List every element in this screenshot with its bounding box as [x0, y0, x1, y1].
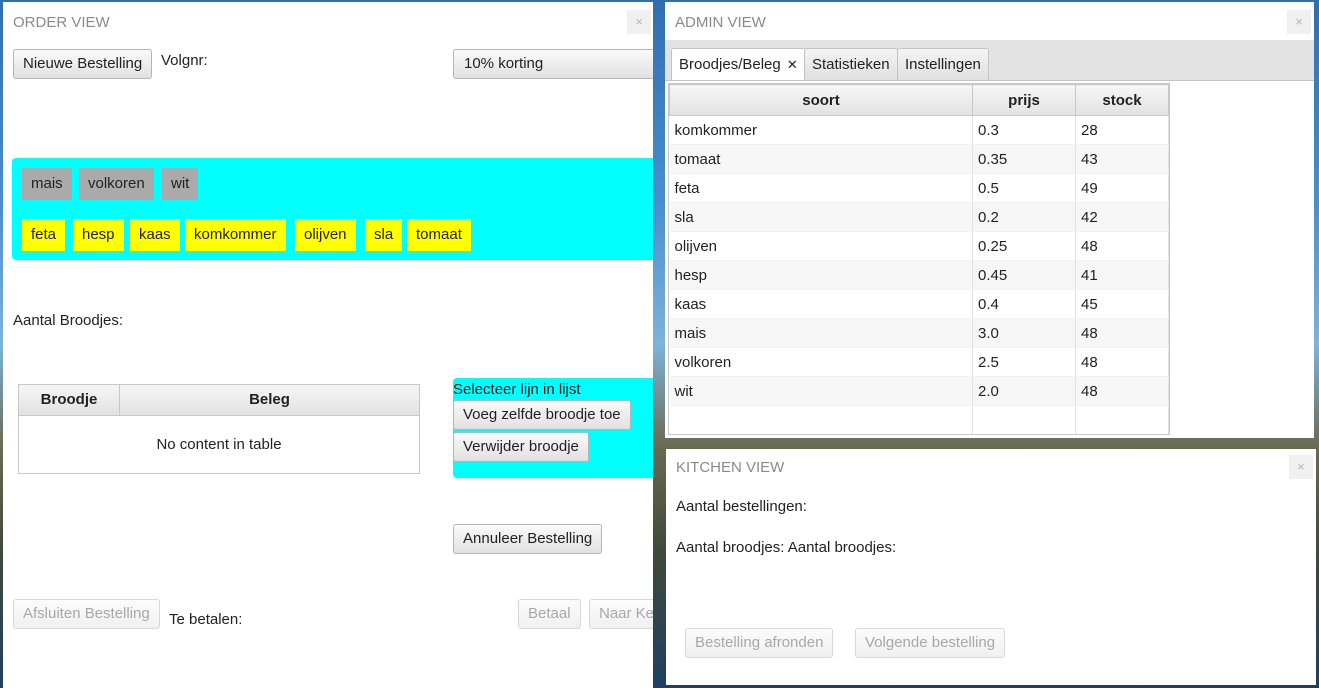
order-view-title: ORDER VIEW	[13, 14, 110, 31]
to-pay-label: Te betalen:	[169, 611, 243, 628]
cell-prijs: 0.4	[972, 289, 1076, 319]
aantal-broodjes-label: Aantal Broodjes:	[13, 312, 124, 329]
cell-prijs: 0.3	[972, 115, 1076, 145]
add-same-sandwich-button[interactable]: Voeg zelfde broodje toe	[453, 400, 631, 430]
kitchen-view-title: KITCHEN VIEW	[676, 459, 785, 476]
column-header-soort[interactable]: soort	[669, 84, 973, 116]
tab-instellingen[interactable]: Instellingen	[897, 48, 989, 80]
cell-prijs: 0.35	[972, 144, 1076, 174]
finish-order-button[interactable]: Bestelling afronden	[685, 628, 834, 658]
order-view-close-button[interactable]: ×	[627, 10, 651, 34]
table-row[interactable]: olijven 0.25 48	[669, 231, 1169, 261]
product-table: soort prijs stock komkommer 0.3 28 tomaat 0.…	[668, 83, 1170, 435]
cell-stock: 28	[1075, 115, 1169, 145]
cell-stock: 48	[1075, 376, 1169, 406]
to-kitchen-button[interactable]: Naar Ke	[589, 599, 653, 629]
pay-button[interactable]: Betaal	[518, 599, 581, 629]
close-order-button[interactable]: Afsluiten Bestelling	[13, 599, 160, 629]
cell-soort: tomaat	[669, 144, 973, 174]
bread-chip-wit[interactable]: wit	[162, 168, 199, 200]
topping-chip-kaas[interactable]: kaas	[130, 219, 180, 251]
table-row[interactable]: komkommer 0.3 28	[669, 115, 1169, 145]
empty-table-placeholder: No content in table	[156, 436, 282, 453]
topping-chip-olijven[interactable]: olijven	[295, 219, 356, 251]
order-table-header: Broodje Beleg	[19, 385, 419, 416]
cell-soort: wit	[669, 376, 973, 406]
kitchen-view-window: KITCHEN VIEW × Aantal bestellingen: Aant…	[666, 449, 1316, 685]
topping-chip-tomaat[interactable]: tomaat	[407, 219, 471, 251]
sandwich-count-label: Aantal broodjes: Aantal broodjes:	[676, 539, 897, 556]
order-table: Broodje Beleg No content in table	[18, 384, 420, 474]
cell-prijs: 3.0	[972, 318, 1076, 348]
cell-soort: komkommer	[669, 115, 973, 145]
column-header-broodje[interactable]: Broodje	[19, 385, 120, 415]
tab-broodjes-beleg[interactable]: Broodjes/Beleg ✕	[671, 48, 806, 80]
column-header-prijs[interactable]: prijs	[972, 84, 1076, 116]
cell-soort: olijven	[669, 231, 973, 261]
cell-prijs: 0.45	[972, 260, 1076, 290]
cell-stock: 48	[1075, 318, 1169, 348]
empty-cell	[972, 405, 1076, 434]
tab-statistieken[interactable]: Statistieken	[804, 48, 898, 80]
table-row[interactable]: feta 0.5 49	[669, 173, 1169, 203]
table-row[interactable]: volkoren 2.5 48	[669, 347, 1169, 377]
cell-prijs: 0.5	[972, 173, 1076, 203]
topping-chip-sla[interactable]: sla	[365, 219, 403, 251]
empty-cell	[669, 405, 973, 434]
cell-soort: hesp	[669, 260, 973, 290]
empty-table-row	[669, 405, 1169, 434]
bread-chip-volkoren[interactable]: volkoren	[79, 168, 154, 200]
next-order-button[interactable]: Volgende bestelling	[855, 628, 1006, 658]
admin-view-title: ADMIN VIEW	[675, 14, 766, 31]
column-header-stock[interactable]: stock	[1075, 84, 1169, 116]
discount-select[interactable]: 10% korting	[453, 49, 653, 79]
cell-prijs: 0.25	[972, 231, 1076, 261]
cell-stock: 49	[1075, 173, 1169, 203]
empty-cell	[1075, 405, 1169, 434]
tab-broodjes-beleg-label: Broodjes/Beleg	[679, 56, 781, 73]
table-row[interactable]: sla 0.2 42	[669, 202, 1169, 232]
cancel-order-button[interactable]: Annuleer Bestelling	[453, 524, 603, 554]
tab-close-icon[interactable]: ✕	[787, 57, 798, 72]
product-table-header: soort prijs stock	[669, 84, 1169, 116]
table-row[interactable]: hesp 0.45 41	[669, 260, 1169, 290]
admin-view-close-button[interactable]: ×	[1287, 10, 1311, 34]
table-row[interactable]: kaas 0.4 45	[669, 289, 1169, 319]
kitchen-view-close-button[interactable]: ×	[1289, 455, 1313, 479]
orders-count-label: Aantal bestellingen:	[676, 498, 807, 515]
cell-soort: kaas	[669, 289, 973, 319]
order-view-window: ORDER VIEW × Nieuwe Bestelling Volgnr: 1…	[3, 2, 653, 688]
remove-sandwich-button[interactable]: Verwijder broodje	[453, 432, 589, 462]
volgnr-label: Volgnr:	[161, 52, 208, 69]
column-header-beleg[interactable]: Beleg	[120, 385, 419, 415]
cell-stock: 48	[1075, 231, 1169, 261]
topping-chip-feta[interactable]: feta	[22, 219, 66, 251]
cell-prijs: 0.2	[972, 202, 1076, 232]
cell-stock: 45	[1075, 289, 1169, 319]
cell-prijs: 2.0	[972, 376, 1076, 406]
cell-soort: sla	[669, 202, 973, 232]
table-row[interactable]: wit 2.0 48	[669, 376, 1169, 406]
cell-stock: 41	[1075, 260, 1169, 290]
discount-select-value: 10% korting	[464, 55, 544, 72]
table-row[interactable]: mais 3.0 48	[669, 318, 1169, 348]
topping-chip-komkommer[interactable]: komkommer	[185, 219, 286, 251]
cell-prijs: 2.5	[972, 347, 1076, 377]
cell-soort: volkoren	[669, 347, 973, 377]
select-line-hint: Selecteer lijn in lijst	[453, 381, 581, 398]
cell-stock: 48	[1075, 347, 1169, 377]
cell-stock: 42	[1075, 202, 1169, 232]
cell-soort: mais	[669, 318, 973, 348]
cell-stock: 43	[1075, 144, 1169, 174]
table-row[interactable]: tomaat 0.35 43	[669, 144, 1169, 174]
bread-chip-mais[interactable]: mais	[22, 168, 72, 200]
cell-soort: feta	[669, 173, 973, 203]
topping-chip-hesp[interactable]: hesp	[73, 219, 124, 251]
new-order-button[interactable]: Nieuwe Bestelling	[13, 49, 153, 79]
admin-view-window: ADMIN VIEW × Broodjes/Beleg ✕ Statistiek…	[665, 2, 1314, 438]
sandwich-picker-panel: mais volkoren wit feta hesp kaas komkommer oli…	[12, 158, 653, 260]
